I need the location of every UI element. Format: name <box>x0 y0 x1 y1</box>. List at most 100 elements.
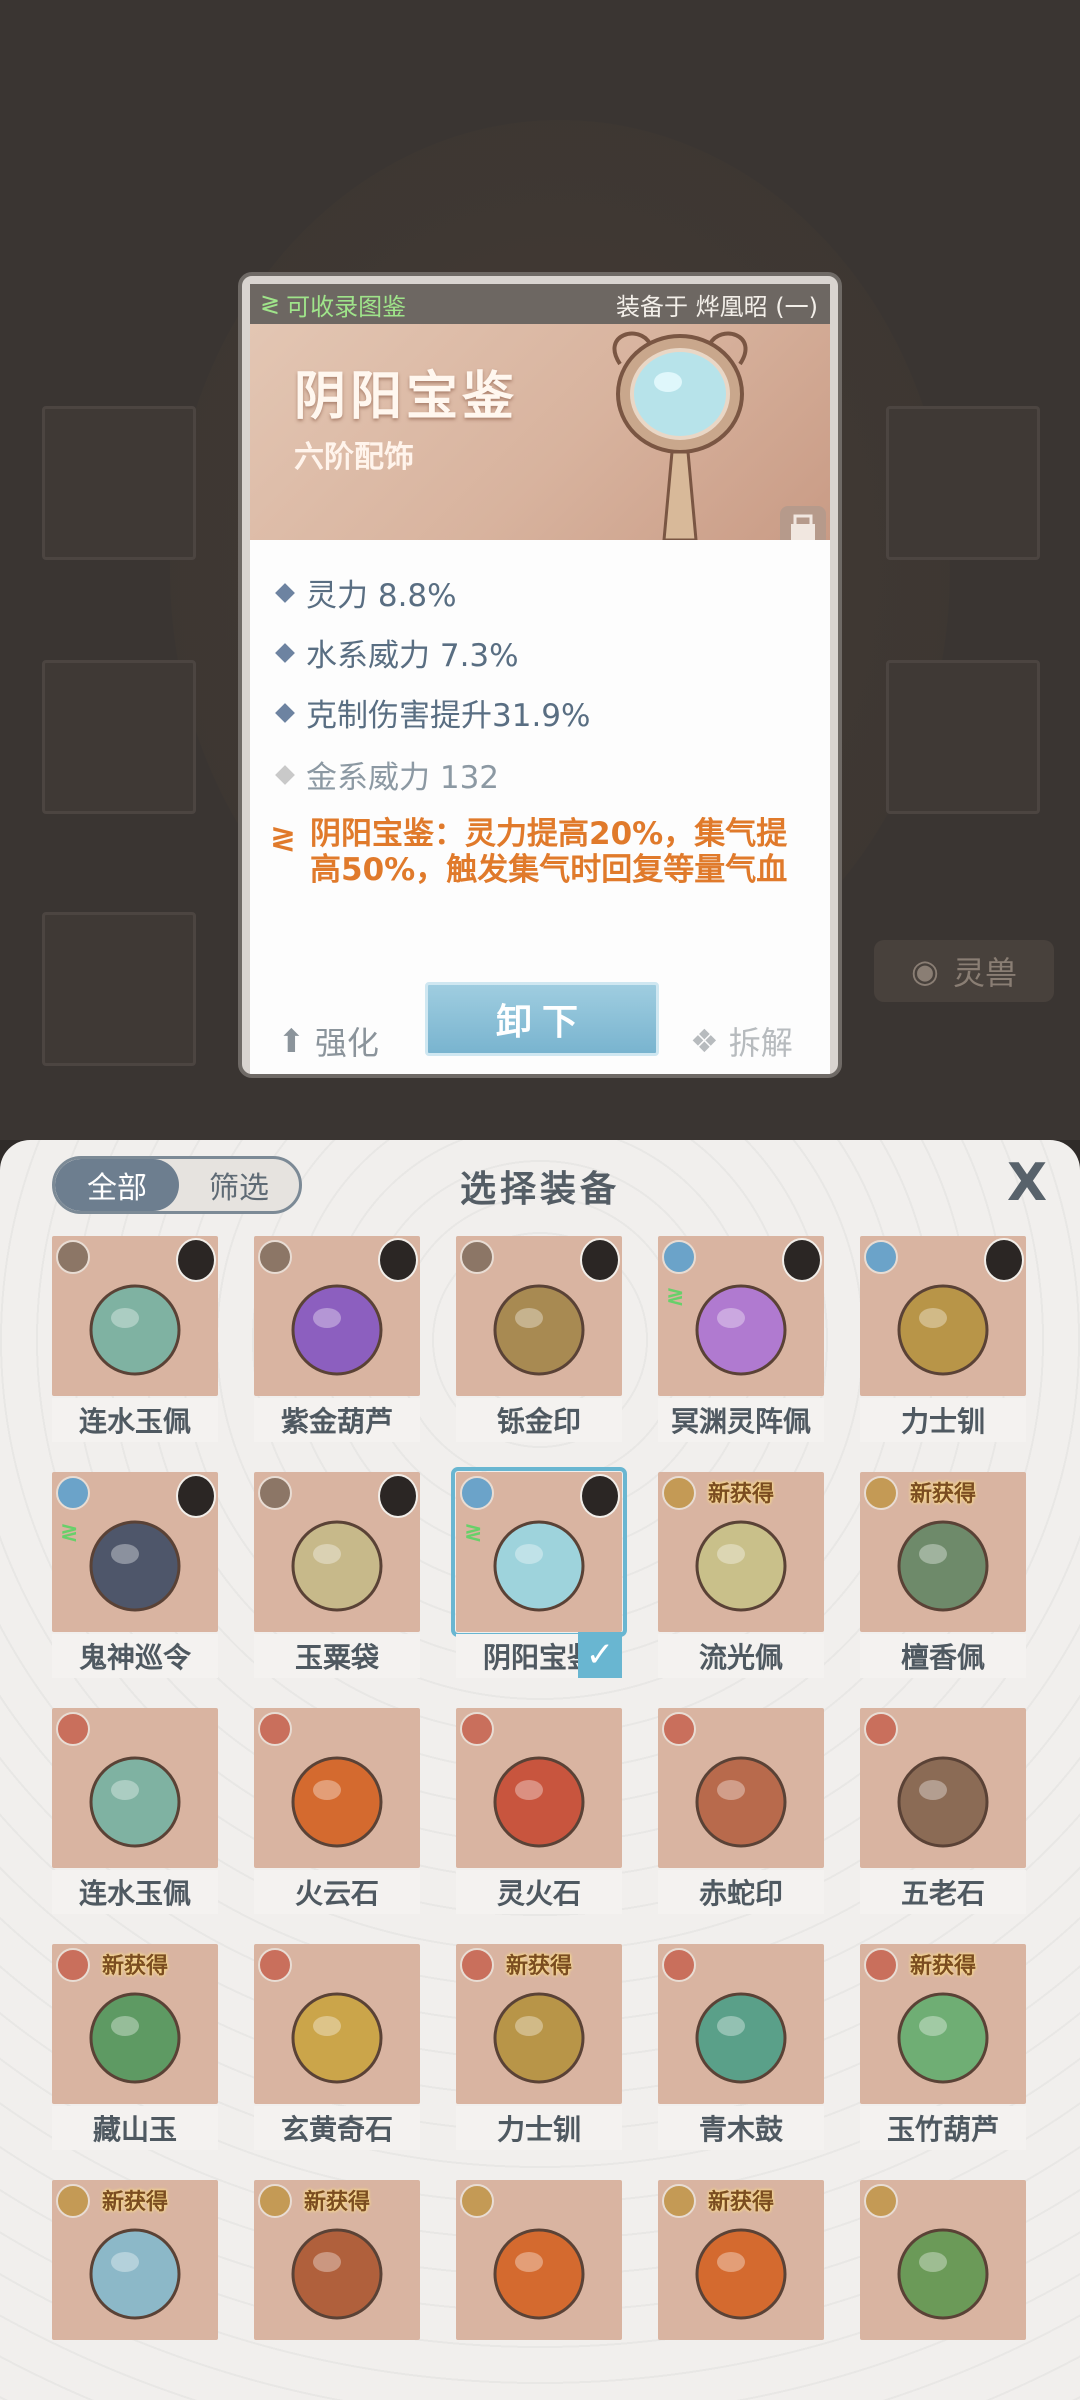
dismantle-label: 拆解 <box>728 1024 793 1062</box>
upgrade-arrow-icon: ⬆ <box>278 1022 305 1060</box>
stat-line: 水系威力 7.3% <box>275 630 519 675</box>
equipment-tile[interactable]: 新获得 <box>52 2180 218 2388</box>
card-top-bar: ≷ 可收录图鉴 装备于 烨凰昭 (一) <box>250 284 830 324</box>
equipment-image <box>52 1236 218 1396</box>
equipment-tile[interactable]: 赤蛇印 <box>658 1708 824 1916</box>
wood-element-icon <box>258 1240 292 1274</box>
equipment-tile[interactable]: 新获得 力士钏 <box>456 1944 622 2152</box>
equipment-image: 新获得 <box>658 1472 824 1632</box>
equipment-artwork-icon <box>291 1520 383 1612</box>
new-badge: 新获得 <box>909 1482 976 1507</box>
upgrade-label: 强化 <box>314 1024 379 1062</box>
unequip-button[interactable]: 卸下 <box>425 982 659 1056</box>
equipment-image: 新获得 <box>254 2180 420 2340</box>
equipment-image <box>254 1472 420 1632</box>
equipment-image: ≷ <box>52 1472 218 1632</box>
equipment-name: 青木鼓 <box>658 2106 824 2150</box>
equipment-tile[interactable] <box>456 2180 622 2388</box>
collectable-label: 可收录图鉴 <box>286 292 407 321</box>
new-badge: 新获得 <box>101 2190 168 2215</box>
water-element-icon <box>662 1240 696 1274</box>
spirit-beast-label: 灵兽 <box>952 954 1017 992</box>
extra-stat-text: 金系威力 132 <box>306 760 500 796</box>
stat-diamond-icon <box>275 582 295 603</box>
equipment-tile[interactable]: 玄黄奇石 <box>254 1944 420 2152</box>
equipment-image <box>456 2180 622 2340</box>
spirit-beast-tab: ◉ 灵兽 <box>874 940 1054 1002</box>
equipment-tile[interactable]: 火云石 <box>254 1708 420 1916</box>
equipment-artwork-icon <box>291 2228 383 2320</box>
equipment-tile[interactable]: 连水玉佩 <box>52 1236 218 1444</box>
equipment-image <box>860 1708 1026 1868</box>
wood-element-icon <box>258 1476 292 1510</box>
equipment-artwork-icon <box>493 1756 585 1848</box>
equipment-tile[interactable]: 青木鼓 <box>658 1944 824 2152</box>
water-element-icon <box>460 1476 494 1510</box>
stat-text: 水系威力 7.3% <box>306 638 519 674</box>
equipment-tile[interactable]: ≷ 鬼神巡令 <box>52 1472 218 1680</box>
close-button[interactable]: X <box>1002 1157 1052 1209</box>
equipment-tile[interactable]: 力士钏 <box>860 1236 1026 1444</box>
equipment-tile[interactable]: 新获得 藏山玉 <box>52 1944 218 2152</box>
equipment-name: 火云石 <box>254 1870 420 1914</box>
sheet-title: 选择装备 <box>459 1169 620 1210</box>
equipment-tile[interactable]: 玉粟袋 <box>254 1472 420 1680</box>
new-badge: 新获得 <box>909 1954 976 1979</box>
equipment-name: 灵火石 <box>456 1870 622 1914</box>
equipment-name: 流光佩 <box>658 1634 824 1678</box>
new-badge: 新获得 <box>707 2190 774 2215</box>
equipment-image <box>456 1236 622 1396</box>
equipment-image: 新获得 <box>860 1472 1026 1632</box>
owner-avatar <box>984 1238 1024 1282</box>
equipment-tile[interactable]: 新获得 <box>254 2180 420 2388</box>
equipment-tile[interactable]: 五老石 <box>860 1708 1026 1916</box>
equipment-name: 连水玉佩 <box>52 1870 218 1914</box>
background-slot <box>42 406 196 560</box>
equipment-name: 鬼神巡令 <box>52 1634 218 1678</box>
wood-element-icon <box>460 1240 494 1274</box>
collectable-mark-icon: ≷ <box>666 1284 685 1309</box>
equipment-image <box>254 1236 420 1396</box>
gold-element-icon <box>864 2184 898 2218</box>
fire-element-icon <box>662 1948 696 1982</box>
equipment-tile[interactable]: 铄金印 <box>456 1236 622 1444</box>
equipment-artwork-icon <box>89 1756 181 1848</box>
special-effect-icon: ≷ <box>270 820 296 856</box>
equipment-name: 力士钏 <box>456 2106 622 2150</box>
equipment-artwork-icon <box>493 1520 585 1612</box>
background-slot <box>42 912 196 1066</box>
dismantle-button[interactable]: ❖ 拆解 <box>690 1018 793 1064</box>
equipment-tile[interactable] <box>860 2180 1026 2388</box>
equipment-tile[interactable]: 新获得 玉竹葫芦 <box>860 1944 1026 2152</box>
collectable-indicator: ≷ 可收录图鉴 <box>260 287 406 322</box>
equipped-on-label: 装备于 烨凰昭 (一) <box>616 292 818 321</box>
upgrade-button[interactable]: ⬆ 强化 <box>278 1018 379 1064</box>
equipment-tile[interactable]: ≷ 阴阳宝鉴 ✓ <box>451 1467 627 1680</box>
equipment-image <box>860 1236 1026 1396</box>
beast-icon: ◉ <box>911 952 939 990</box>
equipment-name: 玄黄奇石 <box>254 2106 420 2150</box>
equipment-tile[interactable]: ≷ 冥渊灵阵佩 <box>658 1236 824 1444</box>
equipment-name: 连水玉佩 <box>52 1398 218 1442</box>
equipment-tile[interactable]: 连水玉佩 <box>52 1708 218 1916</box>
equipment-tile[interactable]: 新获得 檀香佩 <box>860 1472 1026 1680</box>
special-effect-text: 阴阳宝鉴：灵力提高20%，集气提高50%，触发集气时回复等量气血 <box>310 816 788 888</box>
equipment-tile[interactable]: 灵火石 <box>456 1708 622 1916</box>
equipment-tile[interactable]: 新获得 <box>658 2180 824 2388</box>
equipment-artwork-icon <box>493 2228 585 2320</box>
gold-element-icon <box>460 2184 494 2218</box>
equipment-tile[interactable]: 紫金葫芦 <box>254 1236 420 1444</box>
owner-avatar <box>378 1238 418 1282</box>
new-badge: 新获得 <box>505 1954 572 1979</box>
water-element-icon <box>864 1240 898 1274</box>
owner-avatar <box>378 1474 418 1518</box>
owner-avatar <box>782 1238 822 1282</box>
equipment-name: 冥渊灵阵佩 <box>658 1398 824 1442</box>
equipment-tile[interactable]: 新获得 流光佩 <box>658 1472 824 1680</box>
wood-element-icon <box>56 1240 90 1274</box>
equipment-artwork-icon <box>291 1284 383 1376</box>
fire-element-icon <box>258 1712 292 1746</box>
collectable-mark-icon: ≷ <box>60 1520 79 1545</box>
new-badge: 新获得 <box>303 2190 370 2215</box>
equipment-image: 新获得 <box>456 1944 622 2104</box>
